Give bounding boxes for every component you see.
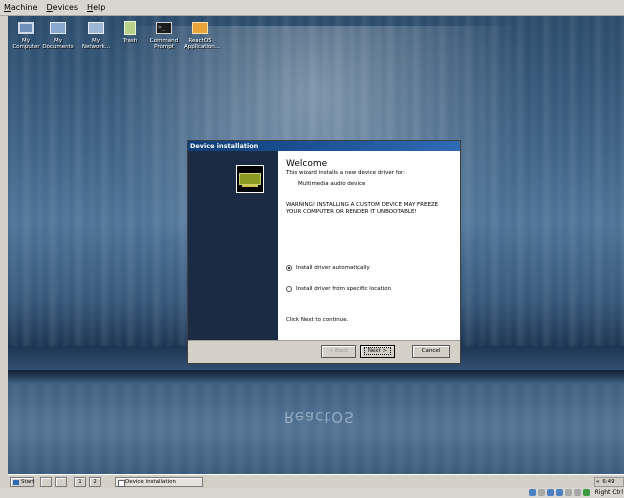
menu-help[interactable]: Help (87, 3, 105, 12)
shared-folders-icon[interactable] (565, 489, 572, 496)
quicklaunch-explorer-icon[interactable] (55, 477, 67, 487)
workspace-1-button[interactable]: 1 (74, 477, 86, 487)
dialog-intro: This wizard installs a new device driver… (286, 170, 406, 176)
dialog-warning: WARNING! INSTALLING A CUSTOM DEVICE MAY … (286, 202, 439, 215)
reactos-wordmark: ReactOS (284, 408, 355, 426)
dialog-side-panel (188, 151, 278, 340)
dialog-title-bar[interactable]: Device installation (188, 141, 460, 151)
folder-icon (49, 20, 67, 36)
desktop-icon-my-documents[interactable]: My Documents (42, 20, 74, 50)
desktop-icon-my-computer[interactable]: My Computer (10, 20, 42, 50)
network-adapter-icon[interactable] (547, 489, 554, 496)
audio-device-icon (236, 165, 264, 193)
wallpaper-floor (8, 384, 624, 474)
next-button[interactable]: Next > (360, 345, 395, 358)
start-button[interactable]: Start (10, 477, 34, 487)
computer-icon (17, 20, 35, 36)
mouse-integration-icon[interactable] (574, 489, 581, 496)
desktop-icon-my-network[interactable]: My Network... (80, 20, 112, 50)
radio-install-specific-location[interactable]: Install driver from specific location (286, 286, 391, 292)
back-button[interactable]: < Back (321, 345, 356, 358)
radio-button-checked[interactable] (286, 265, 292, 271)
cancel-button[interactable]: Cancel (412, 345, 450, 358)
desktop-icon-command-prompt[interactable]: >_ Command Prompt (148, 20, 180, 50)
system-tray: « 6:49 (594, 477, 624, 487)
menu-machine[interactable]: Machine (4, 3, 38, 12)
network-icon (87, 20, 105, 36)
host-device-icons (527, 489, 590, 496)
hard-disk-icon[interactable] (529, 489, 536, 496)
quicklaunch-desktop-icon[interactable] (40, 477, 52, 487)
dialog-heading: Welcome (286, 159, 328, 169)
desktop-icon-trash[interactable]: Trash (114, 20, 146, 44)
radio-button-unchecked[interactable] (286, 286, 292, 292)
dialog-content: Welcome This wizard installs a new devic… (286, 159, 456, 323)
device-name: Multimedia audio device (298, 181, 366, 187)
menu-devices[interactable]: Devices (47, 3, 79, 12)
workspace-2-button[interactable]: 2 (89, 477, 101, 487)
app-manager-icon (191, 20, 209, 36)
optical-drive-icon[interactable] (538, 489, 545, 496)
host-statusbar: Right Ctrl (0, 488, 624, 498)
guest-taskbar: Start 1 2 Device installation « 6:49 (8, 474, 624, 488)
host-menubar: Machine Devices Help (0, 0, 624, 16)
radio-install-automatically[interactable]: Install driver automatically (286, 265, 370, 271)
wallpaper-horizon (8, 370, 624, 384)
desktop-icon-reactos-applications[interactable]: ReactOS Application... (184, 20, 220, 50)
dialog-button-bar: < Back Next > Cancel (188, 341, 460, 363)
taskbar-item-device-installation[interactable]: Device installation (115, 477, 203, 487)
host-key-icon (583, 489, 590, 496)
tray-expand-icon[interactable]: « (596, 479, 600, 485)
tray-clock[interactable]: 6:49 (602, 479, 614, 485)
command-prompt-icon: >_ (155, 20, 173, 36)
host-key-label: Right Ctrl (594, 489, 623, 496)
dialog-hint: Click Next to continue. (286, 317, 349, 323)
trash-icon (121, 20, 139, 36)
usb-icon[interactable] (556, 489, 563, 496)
